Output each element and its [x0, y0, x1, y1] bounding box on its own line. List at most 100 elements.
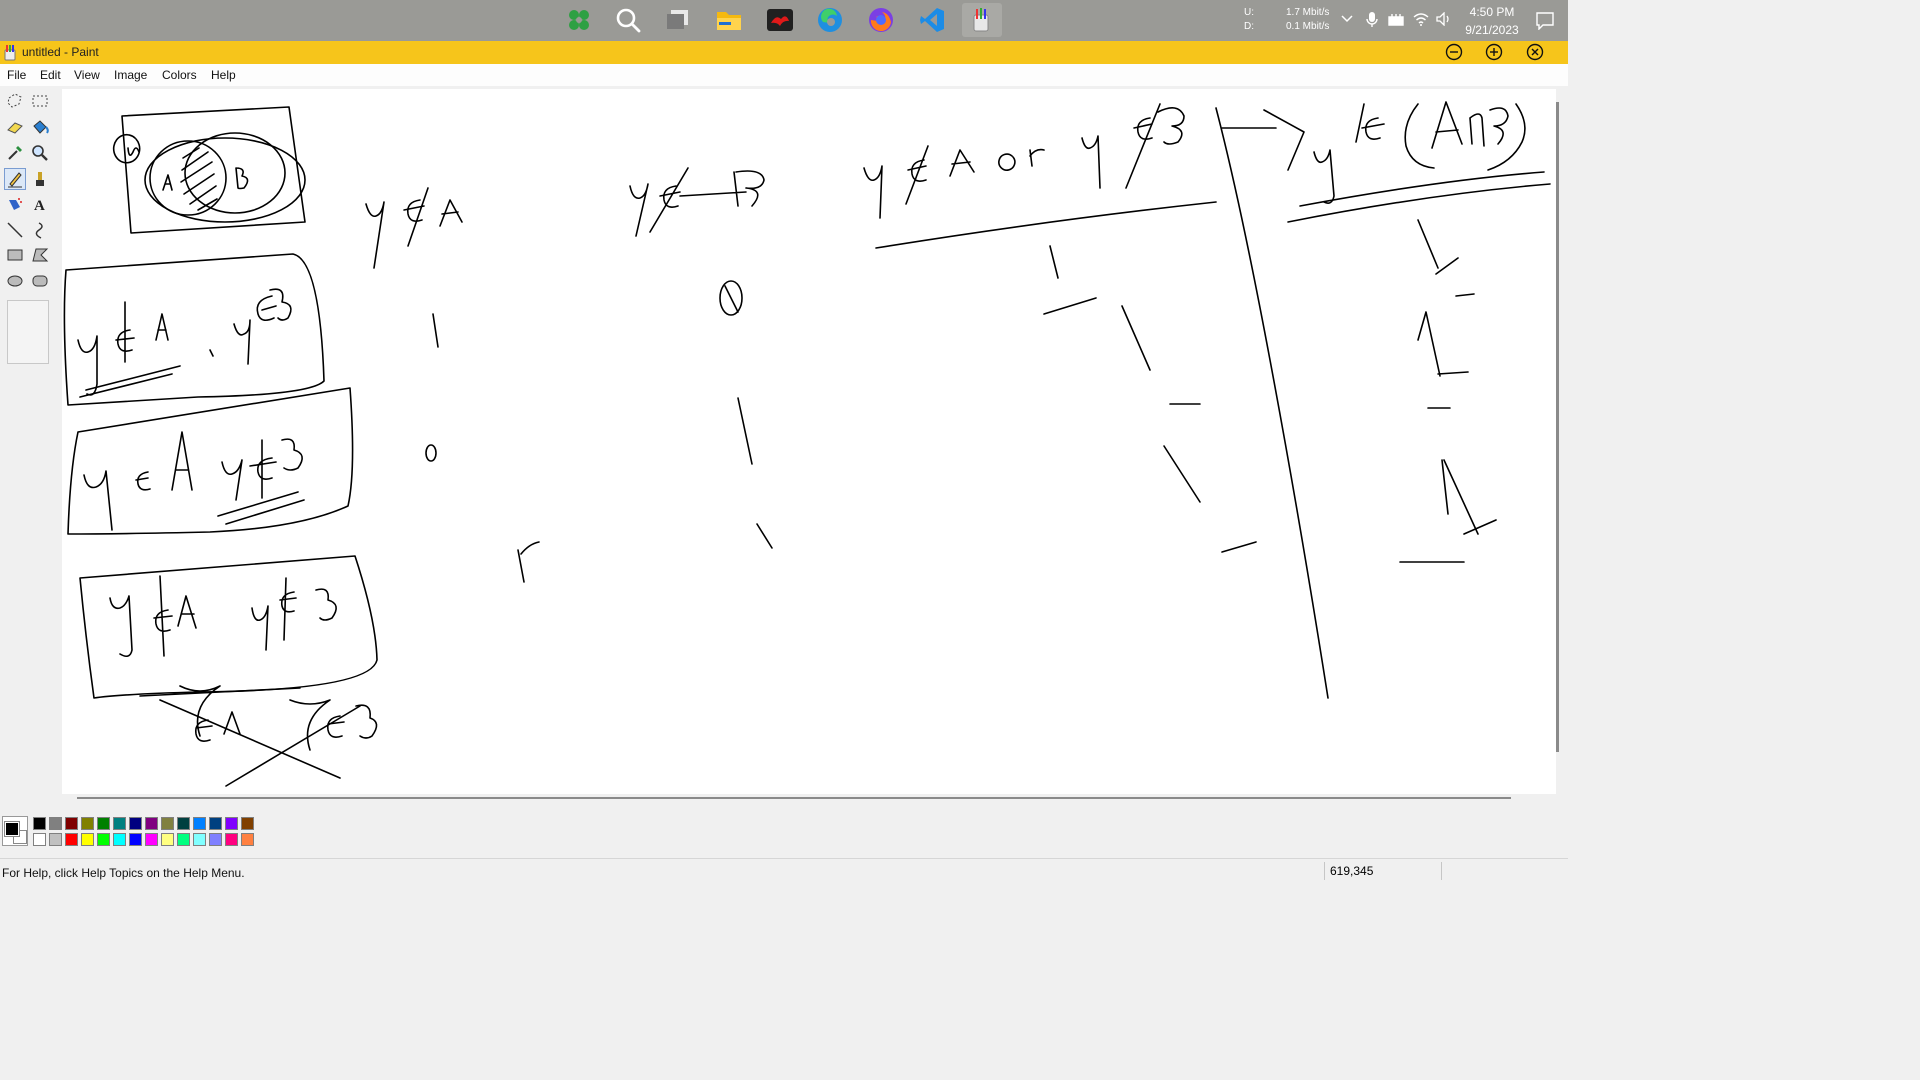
palette-swatch[interactable] — [145, 833, 158, 846]
column-y-notin-b — [629, 167, 773, 549]
palette-swatch[interactable] — [33, 833, 46, 846]
palette-swatch[interactable] — [177, 817, 190, 830]
tool-rounded-rectangle[interactable] — [29, 270, 51, 292]
file-explorer-button[interactable] — [709, 3, 749, 37]
palette-swatch[interactable] — [193, 833, 206, 846]
paint-taskbar-button[interactable] — [962, 3, 1002, 37]
drawing-canvas[interactable] — [62, 89, 1556, 794]
start-button[interactable] — [559, 3, 599, 37]
palette-swatch[interactable] — [81, 817, 94, 830]
tray-chevron-down-icon[interactable] — [1341, 14, 1353, 24]
palette-swatch[interactable] — [177, 833, 190, 846]
tool-polygon[interactable] — [29, 244, 51, 266]
maximize-icon — [1485, 43, 1503, 61]
task-view-button[interactable] — [658, 3, 698, 37]
menu-file[interactable]: File — [7, 67, 26, 83]
venn-diagram-sketch — [112, 106, 306, 234]
tool-magnifier[interactable] — [29, 142, 51, 164]
palette-swatch[interactable] — [145, 817, 158, 830]
close-button[interactable] — [1525, 42, 1545, 62]
tool-box: A — [0, 86, 58, 808]
menu-view[interactable]: View — [74, 67, 100, 83]
battery-icon[interactable] — [1388, 12, 1406, 26]
palette-swatch[interactable] — [97, 817, 110, 830]
game-app-button[interactable] — [760, 3, 800, 37]
tool-rectangle[interactable] — [4, 244, 26, 266]
menu-image[interactable]: Image — [114, 67, 147, 83]
minimize-icon — [1445, 43, 1463, 61]
curve-icon — [35, 222, 43, 239]
tool-select[interactable] — [29, 90, 51, 112]
line-icon — [7, 222, 23, 238]
handwritten-drawing — [63, 101, 1551, 787]
firefox-button[interactable] — [861, 3, 901, 37]
palette-swatch[interactable] — [113, 833, 126, 846]
volume-icon[interactable] — [1436, 12, 1452, 26]
palette-swatch[interactable] — [49, 833, 62, 846]
clock[interactable]: 4:50 PM 9/21/2023 — [1456, 3, 1528, 39]
menu-help[interactable]: Help — [211, 67, 236, 83]
palette-swatch[interactable] — [65, 817, 78, 830]
tool-options-panel[interactable] — [7, 300, 49, 364]
palette-swatch[interactable] — [209, 833, 222, 846]
edge-button[interactable] — [810, 3, 850, 37]
download-label: D: — [1244, 21, 1254, 32]
foreground-color-swatch[interactable] — [4, 821, 20, 837]
palette-swatch[interactable] — [113, 817, 126, 830]
clock-time: 4:50 PM — [1469, 5, 1515, 19]
tool-line[interactable] — [4, 219, 26, 241]
tool-fill[interactable] — [29, 116, 51, 138]
vscode-button[interactable] — [912, 3, 952, 37]
box-y-notin-a-y-in-b — [63, 253, 325, 406]
text-icon: A — [34, 198, 45, 213]
palette-swatch[interactable] — [225, 833, 238, 846]
paint-app-icon — [4, 45, 16, 61]
maximize-button[interactable] — [1484, 42, 1504, 62]
notification-icon[interactable] — [1536, 12, 1554, 30]
palette-swatch[interactable] — [129, 833, 142, 846]
box-y-in-a-y-notin-b — [67, 387, 354, 535]
palette-swatch[interactable] — [241, 833, 254, 846]
palette-swatch[interactable] — [65, 833, 78, 846]
palette-swatch[interactable] — [209, 817, 222, 830]
minimize-button[interactable] — [1444, 42, 1464, 62]
tool-curve[interactable] — [29, 219, 51, 241]
menu-edit[interactable]: Edit — [40, 67, 61, 83]
tool-brush[interactable] — [29, 168, 51, 190]
palette-swatch[interactable] — [81, 833, 94, 846]
menu-colors[interactable]: Colors — [162, 67, 197, 83]
tool-pick-color[interactable] — [4, 142, 26, 164]
microphone-icon[interactable] — [1366, 12, 1378, 28]
search-button[interactable] — [608, 3, 648, 37]
download-value: 0.1 Mbit/s — [1286, 21, 1330, 32]
palette-swatch[interactable] — [225, 817, 238, 830]
tool-text[interactable]: A — [29, 193, 51, 215]
magnifier-icon — [32, 145, 48, 161]
palette-swatch[interactable] — [129, 817, 142, 830]
palette-swatch[interactable] — [97, 833, 110, 846]
ellipse-icon — [7, 275, 23, 287]
tool-eraser[interactable] — [4, 116, 26, 138]
tool-airbrush[interactable] — [4, 193, 26, 215]
palette-swatch[interactable] — [241, 817, 254, 830]
palette-swatch[interactable] — [33, 817, 46, 830]
clock-date: 9/21/2023 — [1465, 23, 1519, 37]
cursor-coordinates: 619,345 — [1324, 862, 1442, 880]
palette-swatch[interactable] — [161, 817, 174, 830]
palette-swatch[interactable] — [49, 817, 62, 830]
horizontal-scrollbar[interactable] — [77, 797, 1511, 799]
rect-select-icon — [32, 95, 48, 107]
tool-free-form-select[interactable] — [4, 90, 26, 112]
struck-out-expression — [139, 685, 378, 787]
vscode-icon — [920, 8, 944, 32]
wifi-icon[interactable] — [1413, 12, 1429, 26]
folder-icon — [717, 12, 741, 30]
tool-ellipse[interactable] — [4, 270, 26, 292]
task-view-icon — [667, 10, 688, 29]
vertical-scrollbar[interactable] — [1556, 102, 1559, 752]
tool-pencil[interactable] — [4, 168, 26, 190]
palette-swatch[interactable] — [193, 817, 206, 830]
fill-bucket-icon — [33, 120, 49, 134]
title-bar[interactable]: untitled - Paint — [0, 41, 1568, 64]
palette-swatch[interactable] — [161, 833, 174, 846]
